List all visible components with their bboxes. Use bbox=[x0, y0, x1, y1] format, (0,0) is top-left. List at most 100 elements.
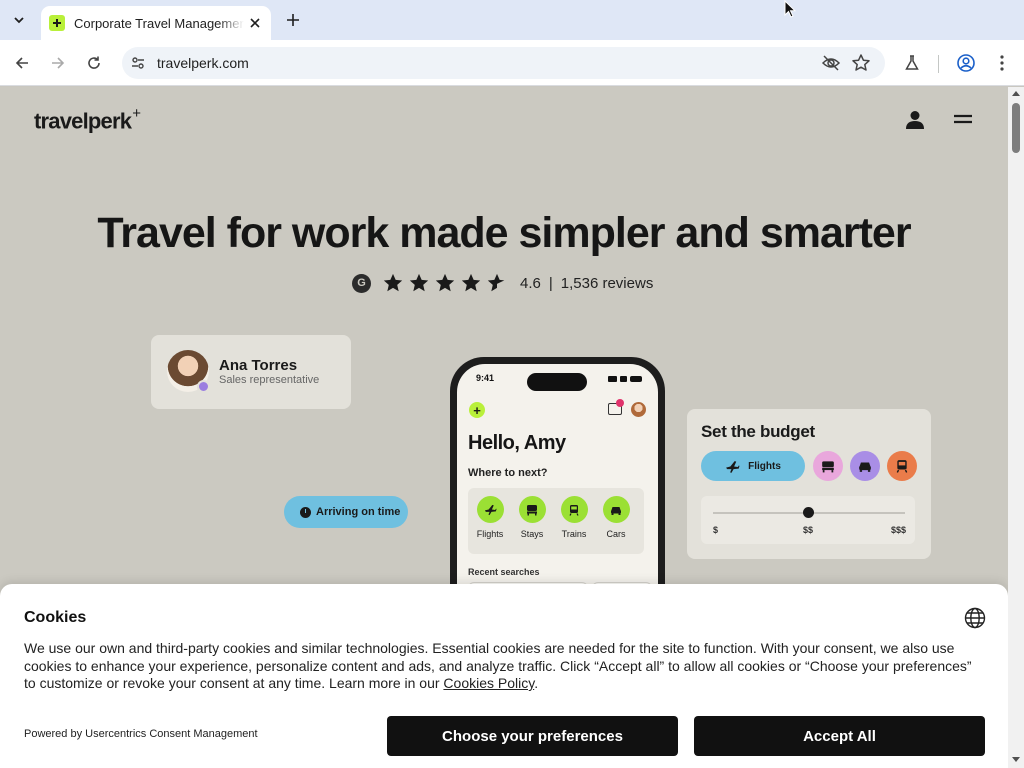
notification-badge bbox=[616, 399, 624, 407]
reload-button[interactable] bbox=[80, 49, 108, 77]
slider-label-mid: $$ bbox=[803, 525, 814, 535]
category-flights: Flights bbox=[470, 496, 510, 539]
half-star-icon bbox=[487, 273, 505, 292]
category-label: Flights bbox=[476, 529, 504, 539]
scroll-down-arrow-icon[interactable] bbox=[1012, 757, 1020, 762]
category-stays: Stays bbox=[512, 496, 552, 539]
back-button[interactable] bbox=[8, 49, 36, 77]
scrollbar-thumb[interactable] bbox=[1012, 103, 1020, 153]
forward-button[interactable] bbox=[44, 49, 72, 77]
star-rating bbox=[382, 272, 508, 294]
status-bar-icons bbox=[608, 375, 642, 382]
clock-icon bbox=[300, 506, 311, 518]
cookie-description: We use our own and third-party cookies a… bbox=[24, 640, 984, 693]
profile-role: Sales representative bbox=[219, 374, 320, 386]
powered-by-text: Powered by Usercentrics Consent Manageme… bbox=[24, 728, 258, 740]
chevron-down-icon bbox=[14, 17, 24, 24]
star-icon bbox=[435, 273, 455, 292]
web-page: travelperk+ Travel for work made simpler… bbox=[0, 87, 1008, 768]
g2-rating[interactable]: G 4.6 | 1,536 reviews bbox=[352, 272, 653, 294]
category-panel: Flights Stays Trains Cars bbox=[468, 488, 644, 554]
budget-title: Set the budget bbox=[701, 422, 815, 441]
profile-button[interactable] bbox=[952, 49, 980, 77]
logo-mark: + bbox=[132, 105, 141, 122]
new-tab-button[interactable] bbox=[281, 8, 305, 32]
tab-title: Corporate Travel Management Software bbox=[74, 15, 244, 31]
car-icon bbox=[859, 462, 871, 472]
cookie-title: Cookies bbox=[24, 609, 87, 626]
bookmark-star-icon[interactable] bbox=[851, 53, 871, 73]
browser-tab[interactable]: Corporate Travel Management Software bbox=[41, 6, 271, 40]
train-icon bbox=[896, 460, 908, 473]
slider-label-low: $ bbox=[713, 525, 719, 535]
flask-icon bbox=[905, 55, 919, 70]
reload-icon bbox=[88, 56, 100, 69]
toolbar-divider bbox=[938, 55, 939, 73]
dynamic-island bbox=[527, 373, 587, 391]
category-label: Stays bbox=[520, 529, 544, 539]
budget-flights-label: Flights bbox=[748, 460, 781, 472]
rating-score: 4.6 bbox=[520, 274, 541, 292]
arrow-right-icon bbox=[52, 57, 65, 69]
greeting: Hello, Amy bbox=[468, 432, 566, 454]
slider-knob bbox=[803, 507, 814, 518]
address-bar[interactable]: travelperk.com bbox=[122, 47, 885, 79]
star-icon bbox=[383, 273, 403, 292]
site-info-icon[interactable] bbox=[126, 51, 150, 75]
arriving-label: Arriving on time bbox=[316, 506, 401, 518]
budget-flights-chip: Flights bbox=[701, 451, 805, 481]
train-icon bbox=[569, 504, 579, 516]
url-text: travelperk.com bbox=[157, 55, 249, 71]
bed-icon bbox=[527, 504, 537, 515]
plus-icon: + bbox=[469, 402, 485, 418]
budget-trains-chip bbox=[887, 451, 917, 481]
g2-logo-icon: G bbox=[352, 273, 371, 293]
budget-cars-chip bbox=[850, 451, 880, 481]
verified-badge-icon bbox=[197, 380, 210, 393]
where-label: Where to next? bbox=[468, 467, 548, 479]
car-icon bbox=[611, 506, 621, 515]
slider-label-high: $$$ bbox=[891, 525, 907, 535]
browser-toolbar: travelperk.com bbox=[0, 40, 1024, 86]
language-globe-icon[interactable] bbox=[964, 607, 986, 629]
rating-separator: | bbox=[548, 274, 553, 292]
close-tab-icon[interactable] bbox=[247, 15, 263, 31]
favicon-icon bbox=[49, 15, 65, 31]
category-label: Cars bbox=[606, 529, 626, 539]
arriving-on-time-pill: Arriving on time bbox=[284, 496, 408, 528]
budget-slider: $ $$ $$$ bbox=[701, 496, 915, 544]
phone-avatar bbox=[631, 402, 646, 417]
review-count: 1,536 reviews bbox=[560, 274, 654, 292]
eye-off-icon[interactable] bbox=[821, 53, 841, 73]
scroll-up-arrow-icon[interactable] bbox=[1012, 91, 1020, 96]
user-account-icon[interactable] bbox=[904, 109, 926, 131]
category-cars: Cars bbox=[596, 496, 636, 539]
mouse-cursor-icon bbox=[784, 0, 796, 18]
plus-icon bbox=[287, 14, 299, 26]
cookie-banner: Cookies We use our own and third-party c… bbox=[0, 584, 1008, 768]
category-label: Trains bbox=[561, 529, 587, 539]
labs-button[interactable] bbox=[898, 49, 926, 77]
plane-icon bbox=[726, 460, 740, 473]
cookies-policy-link[interactable]: Cookies Policy bbox=[443, 675, 534, 691]
phone-time: 9:41 bbox=[476, 373, 495, 383]
profile-icon bbox=[957, 54, 975, 72]
star-icon bbox=[409, 273, 429, 292]
profile-name: Ana Torres bbox=[219, 357, 298, 374]
hamburger-menu-icon[interactable] bbox=[953, 111, 973, 127]
choose-preferences-button[interactable]: Choose your preferences bbox=[387, 716, 678, 756]
arrow-left-icon bbox=[15, 57, 28, 69]
kebab-menu-icon bbox=[1000, 55, 1004, 71]
page-scrollbar[interactable] bbox=[1008, 87, 1024, 768]
travelperk-logo[interactable]: travelperk+ bbox=[34, 105, 141, 134]
tab-strip: Corporate Travel Management Software bbox=[0, 0, 1024, 40]
accept-all-button[interactable]: Accept All bbox=[694, 716, 985, 756]
star-icon bbox=[461, 273, 481, 292]
plane-icon bbox=[484, 504, 497, 516]
cookie-body-end: . bbox=[534, 675, 539, 691]
profile-card: Ana Torres Sales representative bbox=[151, 335, 351, 409]
recent-searches-label: Recent searches bbox=[468, 567, 540, 577]
category-trains: Trains bbox=[554, 496, 594, 539]
tab-search-button[interactable] bbox=[6, 7, 32, 33]
browser-menu-button[interactable] bbox=[988, 49, 1016, 77]
